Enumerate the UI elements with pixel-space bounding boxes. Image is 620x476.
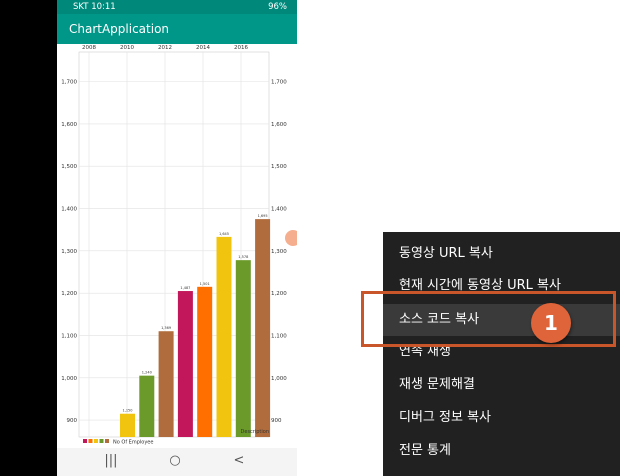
y-tick-label-left: 1,000 [61, 376, 77, 382]
bar-value-label: 1,501 [200, 282, 210, 286]
y-tick-label-left: 1,300 [61, 249, 77, 255]
x-tick-label: 2010 [120, 45, 134, 51]
chart-bar [177, 291, 193, 437]
legend-label: No Of Employee [113, 440, 153, 446]
bar-value-label: 1,150 [122, 409, 132, 413]
x-tick-label: 2016 [234, 45, 248, 51]
menu-item-copy-debug-info[interactable]: 디버그 정보 복사 [383, 402, 620, 434]
y-tick-label-left: 1,400 [61, 207, 77, 213]
recents-button[interactable]: ||| [101, 453, 121, 468]
chart-bar [139, 375, 155, 437]
legend-swatch [99, 439, 104, 443]
y-tick-label-right: 1,600 [271, 122, 287, 128]
y-tick-label-right: 1,700 [271, 80, 287, 86]
y-tick-label-left: 1,500 [61, 164, 77, 170]
callout-number-badge: 1 [531, 303, 571, 343]
battery-level: 96% [268, 2, 287, 12]
y-tick-label-right: 1,100 [271, 333, 287, 339]
legend-swatch [105, 439, 109, 443]
status-carrier-time: SKT 10:11 [73, 2, 116, 12]
legend-swatch [88, 439, 93, 443]
bar-chart: 2008 2010 2012 2014 2016 900 900 1,000 1,000 1,10… [61, 45, 287, 446]
y-tick-label-left: 1,200 [61, 291, 77, 297]
y-tick-label-right: 1,400 [271, 207, 287, 213]
y-tick-label-right: 900 [271, 418, 282, 424]
app-bar: ChartApplication [57, 14, 297, 44]
y-tick-label-left: 900 [67, 418, 78, 424]
y-tick-label-left: 1,600 [61, 122, 77, 128]
chart-bar [197, 286, 213, 437]
phone-screenshot: SKT 10:11 96% ChartApplication 2008 2010 2… [57, 0, 297, 476]
y-tick-label-right: 1,300 [271, 249, 287, 255]
back-button[interactable]: < [229, 453, 249, 468]
x-tick-label: 2014 [196, 45, 210, 51]
navigation-bar: ||| ○ < [57, 448, 297, 476]
x-tick-label: 2012 [158, 45, 172, 51]
bar-value-label: 1,645 [219, 232, 229, 236]
bar-value-label: 1,240 [142, 371, 152, 375]
bar-value-label: 1,369 [161, 326, 171, 330]
menu-item-stats-for-nerds[interactable]: 전문 통계 [383, 435, 620, 467]
bar-value-label: 1,578 [238, 255, 248, 259]
y-tick-label-left: 1,700 [61, 80, 77, 86]
chart-bar [158, 331, 174, 437]
y-tick-label-left: 1,100 [61, 333, 77, 339]
bar-value-label: 1,695 [258, 214, 268, 218]
context-menu: 동영상 URL 복사 현재 시간에 동영상 URL 복사 소스 코드 복사 연속… [383, 232, 620, 476]
chart-bar [216, 236, 232, 437]
status-bar: SKT 10:11 96% [57, 0, 297, 14]
y-tick-label-right: 1,500 [271, 164, 287, 170]
chart-bar [235, 260, 251, 437]
legend-swatch [94, 439, 98, 443]
chart-bar [255, 219, 271, 437]
edge-panel-handle[interactable] [285, 230, 297, 246]
menu-item-troubleshoot-playback[interactable]: 재생 문제해결 [383, 369, 620, 401]
callout-highlight-box [361, 291, 616, 347]
app-title: ChartApplication [69, 22, 170, 36]
bar-value-label: 1,487 [180, 286, 190, 290]
x-tick-label: 2008 [82, 45, 96, 51]
menu-item-copy-video-url[interactable]: 동영상 URL 복사 [383, 238, 620, 270]
chart-bar [120, 413, 135, 437]
chart-description: Description [241, 429, 269, 435]
chart-area: 2008 2010 2012 2014 2016 900 900 1,000 1,000 1,10… [57, 44, 297, 448]
y-tick-label-right: 1,000 [271, 376, 287, 382]
legend-swatch [83, 439, 87, 443]
home-button[interactable]: ○ [165, 453, 185, 468]
y-tick-label-right: 1,200 [271, 291, 287, 297]
